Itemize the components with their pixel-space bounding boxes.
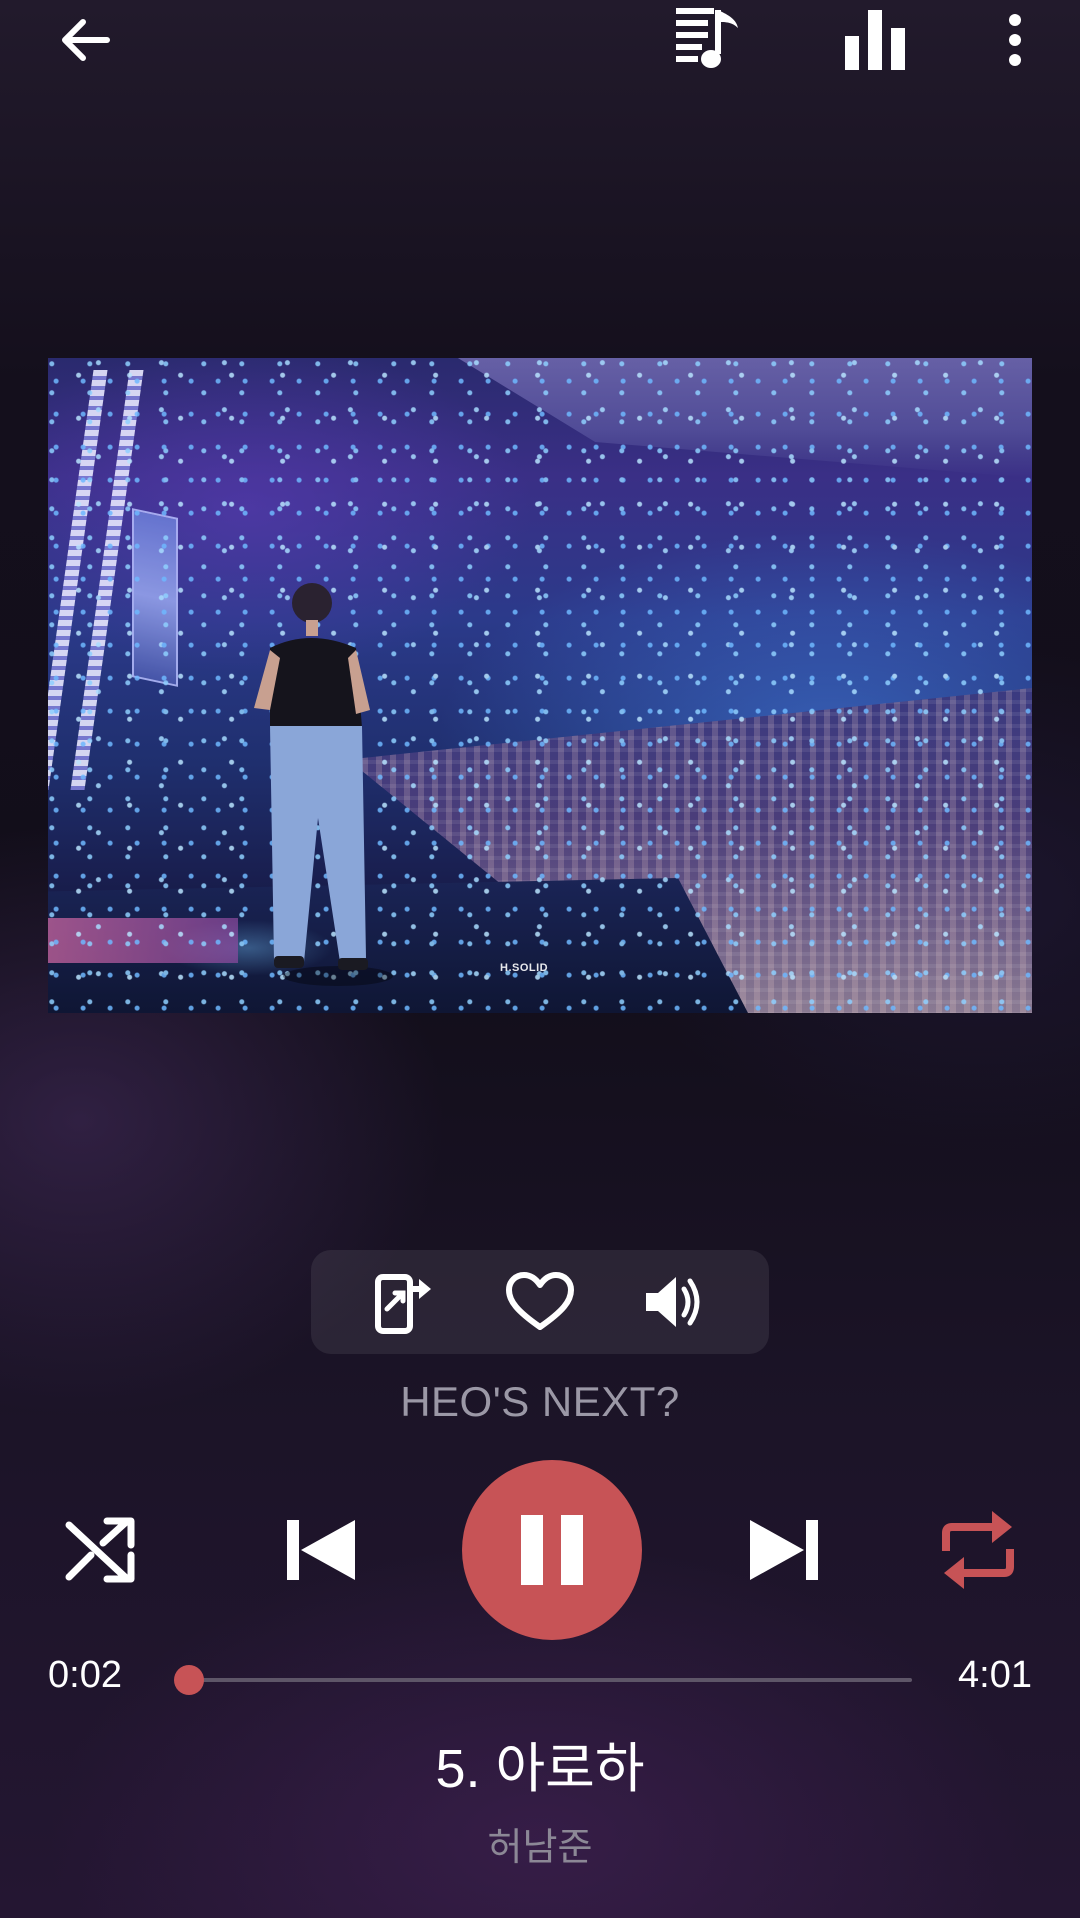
repeat-button[interactable] xyxy=(928,1500,1028,1600)
next-hint-link[interactable]: HEO'S NEXT? xyxy=(0,1378,1080,1426)
more-options-button[interactable] xyxy=(985,0,1045,80)
volume-button[interactable] xyxy=(615,1250,735,1354)
back-button[interactable] xyxy=(40,0,130,80)
skip-next-icon xyxy=(750,1520,818,1580)
next-button[interactable] xyxy=(735,1500,835,1600)
seek-bar[interactable] xyxy=(173,1665,912,1695)
pause-button[interactable] xyxy=(462,1460,642,1640)
arrow-left-icon xyxy=(62,19,110,61)
shuffle-icon xyxy=(65,1517,135,1583)
duration-time: 4:01 xyxy=(958,1654,1032,1696)
queue-button[interactable] xyxy=(660,0,750,80)
phone-share-icon xyxy=(375,1274,431,1334)
song-artist[interactable]: 허남준 xyxy=(0,1816,1080,1871)
cast-button[interactable] xyxy=(345,1250,465,1354)
action-bar xyxy=(311,1250,769,1354)
bar-chart-icon xyxy=(845,10,905,70)
playlist-music-icon xyxy=(676,8,738,68)
elapsed-time: 0:02 xyxy=(48,1654,122,1696)
previous-button[interactable] xyxy=(270,1500,370,1600)
favorite-button[interactable] xyxy=(480,1250,600,1354)
repeat-icon xyxy=(942,1511,1014,1589)
skip-previous-icon xyxy=(287,1520,355,1580)
equalizer-button[interactable] xyxy=(830,0,920,80)
volume-icon xyxy=(646,1277,700,1327)
shuffle-button[interactable] xyxy=(50,1500,150,1600)
song-title: 5. 아로하 xyxy=(435,1739,645,1799)
heart-outline-icon xyxy=(506,1272,574,1330)
album-artwork: H.SOLID xyxy=(48,358,1032,1013)
pause-icon xyxy=(521,1515,583,1585)
artwork-watermark: H.SOLID xyxy=(500,962,549,974)
artwork-performer xyxy=(254,583,393,986)
more-vertical-icon xyxy=(1009,14,1021,66)
seek-bar-thumb[interactable] xyxy=(173,1665,204,1695)
